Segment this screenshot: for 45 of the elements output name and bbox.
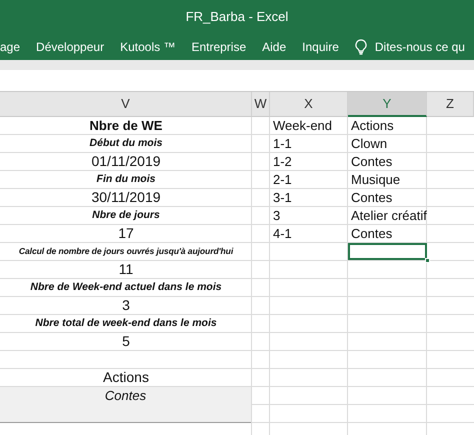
table-cell-text: Actions	[102, 369, 150, 387]
table-cell-text: Nbre de jours	[91, 208, 161, 223]
table-cell-text: 3-1	[272, 189, 293, 207]
column-header[interactable]: Y	[348, 92, 427, 117]
table-cell-text: 30/11/2019	[90, 189, 162, 207]
table-cell-text: Nbre total de week-end dans le mois	[34, 316, 218, 331]
ribbon-tab[interactable]: Entreprise	[191, 38, 246, 56]
table-cell-text: 3	[121, 297, 131, 315]
table-cell-text: Contes	[350, 225, 394, 243]
table-cell: Contes	[0, 387, 251, 423]
table-cell-text: Contes	[350, 153, 394, 171]
lightbulb-icon[interactable]	[354, 38, 367, 54]
selected-cell[interactable]	[348, 243, 427, 260]
table-cell-text: 1-1	[272, 135, 293, 153]
table-cell-text: 5	[121, 333, 131, 351]
table-cell-text: Week-end	[272, 117, 334, 135]
table-cell-text: Actions	[350, 117, 395, 135]
column-header[interactable]: Z	[427, 92, 474, 117]
table-cell-text: 4-1	[272, 225, 293, 243]
table-cell-text: Musique	[350, 171, 402, 189]
table-cell-text: 2-1	[272, 171, 293, 189]
table-cell-text: 1-2	[272, 153, 293, 171]
table-cell-text: Nbre de WE	[88, 117, 164, 135]
table-cell-text: Atelier créatif	[350, 207, 427, 225]
table-cell-text: Nbre de Week-end actuel dans le mois	[29, 280, 223, 295]
table-cell-text: 3	[272, 207, 282, 225]
table-cell-text: 17	[117, 225, 135, 243]
table-cell-text: Fin du mois	[96, 172, 156, 187]
table-cell-text: 01/11/2019	[90, 153, 162, 171]
ribbon-tab[interactable]: age	[0, 38, 20, 56]
table-cell-text: Clown	[350, 135, 388, 153]
column-header[interactable]: X	[270, 92, 348, 117]
table-cell-text: 11	[118, 261, 134, 279]
fill-handle[interactable]	[425, 258, 430, 263]
ribbon-tab[interactable]: Kutools ™	[120, 38, 176, 56]
window-title: FR_Barba - Excel	[186, 8, 288, 26]
table-cell-text: Calcul de nombre de jours ouvrés jusqu'à aujourd'hui	[18, 245, 234, 258]
ribbon-tab[interactable]: Inquire	[302, 38, 339, 56]
table-cell-text: Début du mois	[88, 136, 164, 151]
column-header[interactable]: W	[252, 92, 270, 117]
ribbon-tab[interactable]: Développeur	[36, 38, 104, 56]
column-header[interactable]: V	[0, 92, 252, 117]
table-cell-text: Contes	[350, 189, 394, 207]
tell-me-search[interactable]: Dites-nous ce qu	[374, 38, 465, 56]
ribbon-tab[interactable]: Aide	[262, 38, 286, 56]
